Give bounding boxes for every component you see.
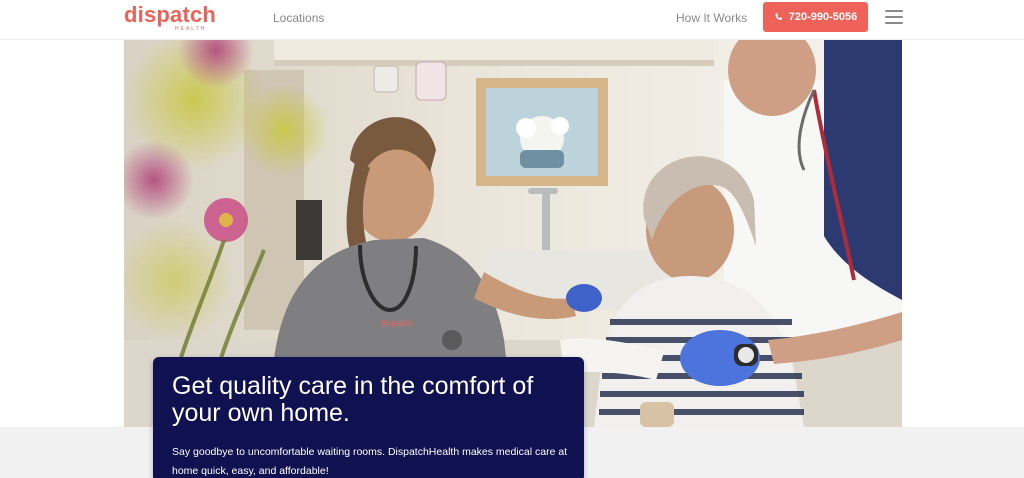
logo-subtext: HEALTH xyxy=(175,26,207,32)
hero-headline: Get quality care in the comfort of your … xyxy=(172,372,534,427)
call-phone-button[interactable]: 720-990-5056 xyxy=(763,2,868,32)
page: dispatch HEALTH Locations How It Works 7… xyxy=(0,0,1024,478)
hero-card: Get quality care in the comfort of your … xyxy=(153,357,584,478)
scrub-logo: dispatch xyxy=(380,318,414,328)
hero-description: Say goodbye to uncomfortable waiting roo… xyxy=(172,446,568,477)
phone-number: 720-990-5056 xyxy=(788,11,858,23)
phone-icon xyxy=(774,12,783,22)
nav-link-how-it-works[interactable]: How It Works xyxy=(676,11,747,25)
logo-wordmark: dispatch xyxy=(124,2,217,27)
dispatchhealth-logo[interactable]: dispatch HEALTH xyxy=(124,3,224,35)
hamburger-menu-icon[interactable] xyxy=(885,9,903,25)
nav-link-locations[interactable]: Locations xyxy=(273,11,324,25)
site-header: dispatch HEALTH Locations How It Works 7… xyxy=(0,0,1024,40)
